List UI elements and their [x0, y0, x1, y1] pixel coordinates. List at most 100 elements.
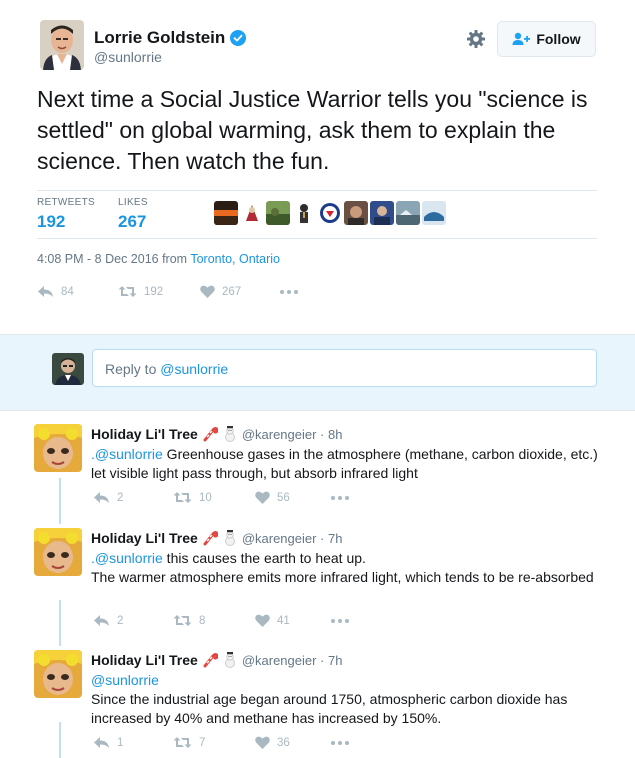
reply-text: .@sunlorrie this causes the earth to hea…	[91, 549, 611, 587]
reply-placeholder-mention: @sunlorrie	[160, 361, 229, 377]
like-action[interactable]: 41	[255, 614, 331, 627]
reply-author-avatar[interactable]	[34, 650, 82, 698]
retweet-action[interactable]: 7	[173, 736, 255, 749]
likes-count: 267	[118, 212, 147, 231]
like-action[interactable]: 267	[200, 285, 280, 298]
reply-author-avatar[interactable]	[34, 424, 82, 472]
reply-count: 2	[117, 491, 124, 504]
heart-icon	[255, 491, 270, 504]
more-dots-icon	[331, 740, 349, 745]
retweet-count: 192	[144, 285, 164, 298]
more-dots-icon	[331, 618, 349, 623]
retweet-action[interactable]: 192	[118, 285, 200, 298]
reply-author-name[interactable]: Holiday Li'l Tree	[91, 652, 198, 668]
divider	[37, 238, 597, 239]
reply-input[interactable]: Reply to @sunlorrie	[92, 349, 597, 387]
reply-header: Holiday Li'l Tree @karengeier · 7h	[91, 652, 342, 668]
main-tweet: Lorrie Goldstein @sunlorrie Follow Next …	[0, 0, 635, 334]
reply-mention[interactable]: .@sunlorrie	[91, 550, 163, 566]
reply-actions: 2 8 41	[93, 614, 349, 627]
like-action[interactable]: 56	[255, 491, 331, 504]
liker-avatar[interactable]	[214, 201, 238, 225]
reply-mention[interactable]: .@sunlorrie	[91, 446, 163, 462]
candy-cane-icon	[203, 653, 218, 668]
liker-avatar[interactable]	[422, 201, 446, 225]
reply-count: 2	[117, 614, 124, 627]
more-dots-icon	[331, 495, 349, 500]
tweet-text: Next time a Social Justice Warrior tells…	[37, 86, 588, 174]
retweet-icon	[173, 737, 192, 748]
likers-avatars	[214, 201, 446, 225]
divider	[37, 190, 597, 191]
like-count: 267	[222, 285, 242, 298]
snowman-icon	[224, 652, 235, 668]
liker-avatar[interactable]	[266, 201, 290, 225]
retweet-action[interactable]: 8	[173, 614, 255, 627]
reply-author-handle[interactable]: @karengeier · 7h	[242, 653, 343, 668]
snowman-icon	[224, 530, 235, 546]
reply-icon	[94, 737, 109, 748]
reply-action[interactable]: 1	[93, 736, 173, 749]
reply-body: Greenhouse gases in the atmosphere (meth…	[91, 446, 598, 481]
current-user-avatar[interactable]	[52, 353, 84, 385]
add-user-icon	[512, 32, 531, 45]
liker-avatar[interactable]	[396, 201, 420, 225]
like-count: 41	[277, 614, 290, 627]
reply-action[interactable]: 2	[93, 614, 173, 627]
retweet-count: 10	[199, 491, 212, 504]
retweet-count: 8	[199, 614, 206, 627]
reply-body-continued: The warmer atmosphere emits more infrare…	[91, 569, 594, 585]
author-handle[interactable]: @sunlorrie	[94, 49, 162, 65]
author-name-row[interactable]: Lorrie Goldstein	[94, 28, 247, 48]
reply-tweet: Holiday Li'l Tree @karengeier · 7h @sunl…	[0, 650, 635, 758]
like-action[interactable]: 36	[255, 736, 331, 749]
more-action[interactable]	[331, 740, 349, 745]
timestamp-text[interactable]: 4:08 PM - 8 Dec 2016 from	[37, 252, 190, 266]
reply-body: this causes the earth to heat up.	[162, 550, 366, 566]
retweet-icon	[173, 492, 192, 503]
reply-author-name[interactable]: Holiday Li'l Tree	[91, 426, 198, 442]
reply-author-name[interactable]: Holiday Li'l Tree	[91, 530, 198, 546]
reply-placeholder-prefix: Reply to	[105, 361, 161, 377]
retweets-count: 192	[37, 212, 66, 231]
author-name[interactable]: Lorrie Goldstein	[94, 28, 225, 48]
likes-stat[interactable]: LIKES 267	[118, 197, 148, 232]
reply-action[interactable]: 84	[37, 285, 118, 298]
candy-cane-icon	[203, 427, 218, 442]
likes-label: LIKES	[118, 197, 148, 208]
reply-action[interactable]: 2	[93, 491, 173, 504]
reply-author-handle[interactable]: @karengeier · 7h	[242, 531, 343, 546]
reply-tweet: Holiday Li'l Tree @karengeier · 7h .@sun…	[0, 528, 635, 638]
more-action[interactable]	[280, 289, 298, 294]
reply-mention[interactable]: @sunlorrie	[91, 672, 159, 688]
retweet-icon	[173, 615, 192, 626]
liker-avatar[interactable]	[292, 201, 316, 225]
more-action[interactable]	[331, 618, 349, 623]
reply-count: 1	[117, 736, 124, 749]
reply-actions: 2 10 56	[93, 491, 349, 504]
liker-avatar[interactable]	[240, 201, 264, 225]
more-dots-icon	[280, 289, 298, 294]
author-avatar[interactable]	[40, 20, 84, 70]
retweets-stat[interactable]: RETWEETS 192	[37, 197, 95, 232]
reply-body: Since the industrial age began around 17…	[91, 691, 568, 726]
liker-avatar[interactable]	[344, 201, 368, 225]
liker-avatar[interactable]	[318, 201, 342, 225]
follow-button[interactable]: Follow	[497, 21, 596, 57]
reply-tweet: Holiday Li'l Tree @karengeier · 8h .@sun…	[0, 424, 635, 520]
liker-avatar[interactable]	[370, 201, 394, 225]
gear-icon[interactable]	[466, 29, 486, 49]
reply-header: Holiday Li'l Tree @karengeier · 7h	[91, 530, 342, 546]
reply-actions: 1 7 36	[93, 736, 349, 749]
reply-header: Holiday Li'l Tree @karengeier · 8h	[91, 426, 342, 442]
verified-badge-icon	[230, 30, 247, 46]
reply-text: @sunlorrie Since the industrial age bega…	[91, 671, 611, 728]
like-count: 36	[277, 736, 290, 749]
more-action[interactable]	[331, 495, 349, 500]
reply-icon	[94, 615, 109, 626]
retweet-action[interactable]: 10	[173, 491, 255, 504]
reply-author-avatar[interactable]	[34, 528, 82, 576]
retweet-count: 7	[199, 736, 206, 749]
location-link[interactable]: Toronto, Ontario	[190, 252, 280, 266]
reply-author-handle[interactable]: @karengeier · 8h	[242, 427, 343, 442]
